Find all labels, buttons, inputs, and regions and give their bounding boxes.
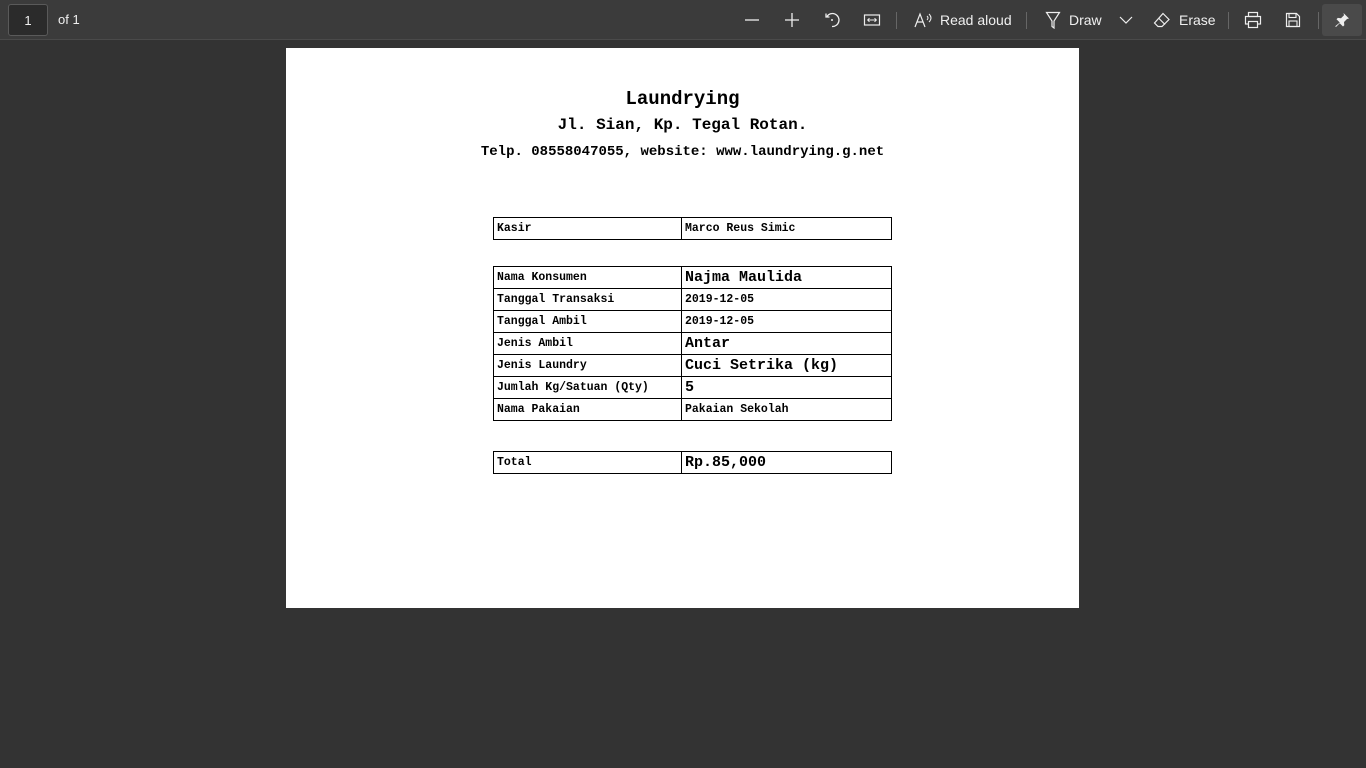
read-aloud-label: Read aloud <box>940 12 1012 28</box>
rotate-icon <box>825 12 840 28</box>
draw-pen-icon <box>1045 11 1061 29</box>
table-row: Jenis Ambil Antar <box>493 332 892 355</box>
page-number-input[interactable] <box>8 4 48 36</box>
erase-label: Erase <box>1179 12 1216 28</box>
table-row: Kasir Marco Reus Simic <box>493 217 892 240</box>
fit-width-icon <box>863 14 881 26</box>
table-row: Jumlah Kg/Satuan (Qty) 5 <box>493 376 892 399</box>
erase-button[interactable]: Erase <box>1153 4 1216 36</box>
plus-icon <box>785 13 799 27</box>
cashier-value: Marco Reus Simic <box>681 217 892 240</box>
detail-label: Jumlah Kg/Satuan (Qty) <box>493 376 682 399</box>
pin-toolbar-button[interactable] <box>1322 4 1362 36</box>
transaction-date-value: 2019-12-05 <box>681 288 892 311</box>
business-name: Laundrying <box>625 88 740 110</box>
table-row: Tanggal Ambil 2019-12-05 <box>493 310 892 333</box>
pickup-date-value: 2019-12-05 <box>681 310 892 333</box>
cashier-table: Kasir Marco Reus Simic <box>493 217 892 240</box>
pdf-toolbar: of 1 Read aloud Draw Erase <box>0 0 1366 40</box>
detail-label: Nama Pakaian <box>493 398 682 421</box>
detail-label: Tanggal Transaksi <box>493 288 682 311</box>
draw-label: Draw <box>1069 12 1102 28</box>
detail-label: Tanggal Ambil <box>493 310 682 333</box>
pin-icon <box>1335 13 1349 27</box>
zoom-out-button[interactable] <box>740 4 764 36</box>
business-address: Jl. Sian, Kp. Tegal Rotan. <box>557 116 808 134</box>
total-label: Total <box>493 451 682 474</box>
toolbar-divider <box>896 12 897 29</box>
toolbar-divider <box>1318 12 1319 29</box>
business-contact: Telp. 08558047055, website: www.laundryi… <box>480 144 885 160</box>
page-count-label: of 1 <box>58 12 80 27</box>
detail-label: Jenis Laundry <box>493 354 682 377</box>
table-row: Jenis Laundry Cuci Setrika (kg) <box>493 354 892 377</box>
laundry-type-value: Cuci Setrika (kg) <box>681 354 892 377</box>
eraser-icon <box>1153 12 1170 28</box>
read-aloud-button[interactable]: Read aloud <box>914 4 1012 36</box>
fit-to-width-button[interactable] <box>860 4 884 36</box>
total-value: Rp.85,000 <box>681 451 892 474</box>
print-button[interactable] <box>1241 4 1265 36</box>
customer-name-value: Najma Maulida <box>681 266 892 289</box>
transaction-details-table: Nama Konsumen Najma Maulida Tanggal Tran… <box>493 266 892 421</box>
printer-icon <box>1244 11 1262 29</box>
table-row: Total Rp.85,000 <box>493 451 892 474</box>
save-button[interactable] <box>1281 4 1305 36</box>
minus-icon <box>745 19 759 21</box>
table-row: Nama Konsumen Najma Maulida <box>493 266 892 289</box>
cashier-label: Kasir <box>493 217 682 240</box>
detail-label: Nama Konsumen <box>493 266 682 289</box>
quantity-value: 5 <box>681 376 892 399</box>
table-row: Nama Pakaian Pakaian Sekolah <box>493 398 892 421</box>
rotate-button[interactable] <box>820 4 844 36</box>
total-table: Total Rp.85,000 <box>493 451 892 474</box>
toolbar-divider <box>1228 12 1229 29</box>
read-aloud-icon <box>914 12 932 28</box>
toolbar-divider <box>1026 12 1027 29</box>
save-disk-icon <box>1285 12 1301 28</box>
detail-label: Jenis Ambil <box>493 332 682 355</box>
chevron-down-icon <box>1119 16 1133 24</box>
draw-options-dropdown[interactable] <box>1116 4 1136 36</box>
zoom-in-button[interactable] <box>780 4 804 36</box>
pdf-page: Laundrying Jl. Sian, Kp. Tegal Rotan. Te… <box>286 48 1079 608</box>
draw-button[interactable]: Draw <box>1045 4 1102 36</box>
pickup-type-value: Antar <box>681 332 892 355</box>
clothing-name-value: Pakaian Sekolah <box>681 398 892 421</box>
table-row: Tanggal Transaksi 2019-12-05 <box>493 288 892 311</box>
